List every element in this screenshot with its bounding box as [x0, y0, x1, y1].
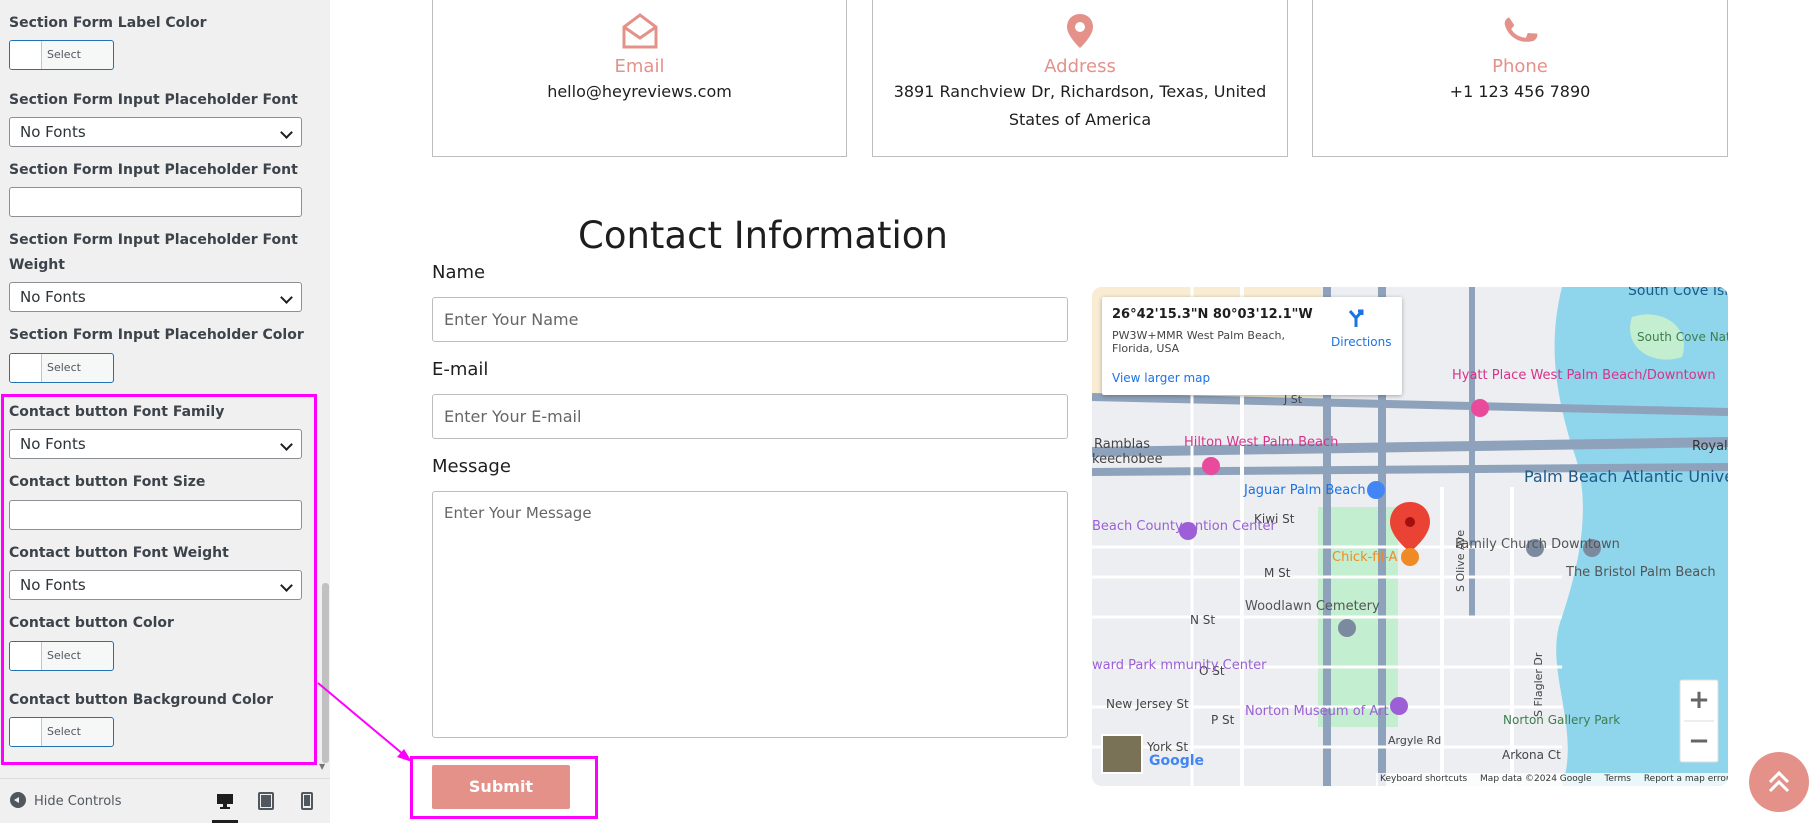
double-chevron-up-icon — [1768, 770, 1790, 793]
tablet-icon — [258, 792, 274, 810]
map-data-attribution: Map data ©2024 Google — [1480, 774, 1592, 784]
tablet-preview-button[interactable] — [253, 789, 279, 813]
map-label: Argyle Rd — [1388, 734, 1442, 747]
highlight-box — [1, 394, 317, 765]
chevron-down-icon — [280, 126, 293, 139]
color-swatch — [10, 41, 42, 69]
directions-link[interactable]: Directions — [1331, 335, 1391, 349]
map-pin-icon — [1067, 14, 1093, 48]
color-swatch — [10, 354, 42, 382]
scroll-to-top-button[interactable] — [1749, 752, 1809, 812]
terms-link[interactable]: Terms — [1604, 774, 1631, 784]
map-label: Norton Gallery Park — [1503, 713, 1621, 727]
map-label: Ramblas — [1094, 437, 1150, 452]
email-label: E-mail — [432, 359, 489, 380]
map-zoom-in-button[interactable]: + — [1680, 680, 1718, 721]
select-color-button[interactable]: Select Color — [9, 353, 114, 383]
map-label: The Bristol Palm Beach — [1566, 565, 1716, 580]
map-label: New Jersey St — [1106, 697, 1189, 711]
map-label: Beach County ention Center — [1092, 519, 1276, 534]
mobile-icon — [301, 792, 313, 810]
section-heading: Contact Information — [578, 214, 948, 257]
map-label: J St — [1284, 393, 1303, 406]
map-label: N St — [1190, 613, 1216, 627]
map-label: ward Park mmunity Center — [1092, 658, 1267, 673]
map-label: Palm Beach Atlantic University — [1524, 467, 1728, 486]
message-textarea[interactable]: Enter Your Message — [432, 491, 1068, 738]
map-label: Hilton West Palm Beach — [1184, 435, 1339, 450]
site-preview: Email hello@heyreviews.com Address 3891 … — [330, 0, 1820, 823]
map-label: South Cove Natural Area — [1637, 330, 1728, 344]
desktop-icon — [217, 794, 233, 809]
name-label: Name — [432, 262, 486, 283]
font-size-input[interactable] — [9, 187, 302, 217]
map-zoom-out-button[interactable]: − — [1680, 721, 1718, 762]
scroll-down-arrow-icon[interactable]: ▼ — [319, 762, 325, 771]
keyboard-shortcuts-link[interactable]: Keyboard shortcuts — [1380, 774, 1467, 784]
highlight-box — [410, 756, 598, 819]
font-family-select[interactable]: No Fonts — [9, 117, 302, 147]
report-map-error-link[interactable]: Report a map error — [1644, 774, 1728, 784]
map-label: Hyatt Place West Palm Beach/Downtown — [1452, 368, 1716, 383]
address-card: Address 3891 Ranchview Dr, Richardson, T… — [872, 0, 1288, 157]
control-label: Section Form Input Placeholder Font — [9, 232, 298, 248]
select-color-button[interactable]: Select Color — [9, 40, 114, 70]
google-map[interactable]: 26°42'15.3"N 80°03'12.1"W PW3W+MMR West … — [1092, 287, 1728, 786]
map-plus-code-line2: Florida, USA — [1112, 342, 1180, 355]
map-label: South Cove Islands — [1628, 287, 1728, 299]
name-input[interactable]: Enter Your Name — [432, 297, 1068, 342]
map-label: M St — [1264, 566, 1291, 580]
message-label: Message — [432, 456, 511, 477]
email-card: Email hello@heyreviews.com — [432, 0, 847, 157]
map-label: Chick-fil-A — [1332, 550, 1398, 565]
map-footer: Keyboard shortcuts Map data ©2024 Google… — [1376, 773, 1728, 786]
control-label: Section Form Input Placeholder Color — [9, 327, 304, 343]
map-label: Woodlawn Cemetery — [1245, 599, 1380, 614]
view-larger-map-link[interactable]: View larger map — [1112, 371, 1210, 385]
map-label: York St — [1147, 740, 1189, 754]
map-label: P St — [1211, 713, 1235, 727]
font-weight-select[interactable]: No Fonts — [9, 282, 302, 312]
control-label-line2: Weight — [9, 257, 65, 273]
customizer-footer: Hide Controls — [0, 778, 330, 823]
collapse-icon — [10, 792, 26, 808]
map-plus-code: PW3W+MMR West Palm Beach, — [1112, 329, 1285, 342]
map-label: Norton Museum of Art — [1245, 704, 1389, 719]
map-label: Jaguar Palm Beach — [1244, 483, 1366, 498]
scrollbar-thumb[interactable] — [322, 583, 329, 763]
map-label: Family Church Downtown — [1455, 537, 1620, 552]
chevron-down-icon — [280, 291, 293, 304]
phone-icon — [1504, 17, 1538, 42]
desktop-preview-button[interactable] — [212, 789, 238, 823]
control-label: Section Form Label Color — [9, 15, 207, 31]
map-label: S Olive Ave — [1454, 529, 1467, 592]
directions-icon — [1348, 309, 1364, 327]
map-label: keechobee — [1092, 452, 1163, 467]
map-coordinates: 26°42'15.3"N 80°03'12.1"W — [1112, 307, 1313, 322]
google-logo: Google — [1149, 753, 1205, 769]
email-input[interactable]: Enter Your E-mail — [432, 394, 1068, 439]
map-label: Arkona Ct — [1502, 748, 1561, 762]
map-info-card: 26°42'15.3"N 80°03'12.1"W PW3W+MMR West … — [1102, 297, 1402, 395]
envelope-open-icon — [622, 13, 657, 49]
hide-controls-button[interactable]: Hide Controls — [10, 792, 122, 811]
map-label: Royal P — [1692, 439, 1728, 454]
map-label: S Flagler Dr — [1532, 652, 1545, 717]
mobile-preview-button[interactable] — [294, 789, 320, 813]
phone-card: Phone +1 123 456 7890 — [1312, 0, 1728, 157]
